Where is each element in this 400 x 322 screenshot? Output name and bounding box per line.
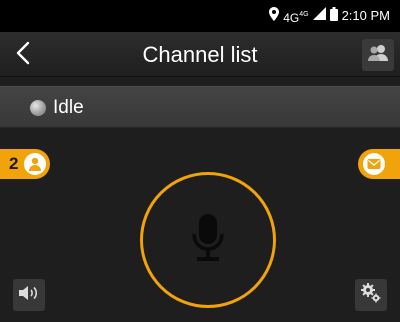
message-icon: [363, 153, 385, 175]
push-to-talk-button[interactable]: [140, 172, 276, 308]
volume-icon: [18, 284, 40, 307]
settings-icon: [360, 282, 382, 309]
status-indicators: 4G4G 2:10 PM: [269, 6, 390, 26]
member-count: 2: [9, 154, 19, 173]
users-button[interactable]: [362, 39, 394, 71]
signal-icon: [312, 7, 326, 25]
users-icon: [366, 44, 390, 67]
channel-status-label: Idle: [53, 97, 84, 118]
status-bar: 4G4G 2:10 PM: [0, 0, 400, 32]
back-button[interactable]: [8, 40, 38, 70]
status-indicator-dot: [30, 100, 46, 116]
members-icon: [24, 153, 46, 175]
network-type: 4G4G: [283, 10, 309, 25]
page-title: Channel list: [142, 42, 258, 67]
location-icon: [269, 6, 280, 26]
volume-button[interactable]: [13, 279, 45, 311]
battery-icon: [329, 6, 338, 26]
channel-status-bar: Idle: [0, 86, 400, 128]
app-bar: Channel list: [0, 32, 400, 77]
members-tab[interactable]: 2: [0, 149, 50, 179]
message-tab[interactable]: [358, 149, 400, 179]
settings-button[interactable]: [355, 279, 387, 311]
back-icon: [16, 41, 30, 70]
microphone-icon: [191, 212, 225, 269]
clock: 2:10 PM: [341, 8, 390, 23]
